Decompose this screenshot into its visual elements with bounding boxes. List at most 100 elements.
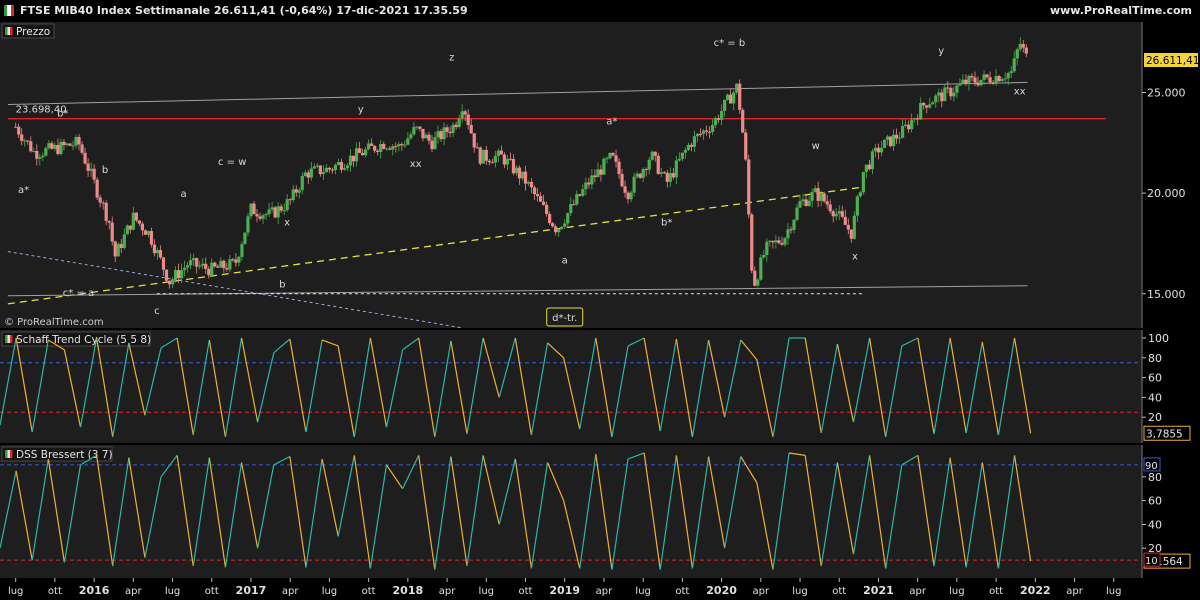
candle — [997, 76, 1001, 82]
candle — [837, 211, 841, 214]
candle — [345, 165, 350, 169]
candle — [406, 138, 410, 145]
time-tick-label: ott — [519, 586, 533, 597]
candle — [134, 212, 138, 221]
candle — [741, 109, 745, 133]
candle — [327, 167, 332, 170]
candle — [695, 133, 700, 137]
candle — [517, 167, 522, 179]
candle — [376, 150, 380, 153]
schaff-tick-label: 100 — [1148, 332, 1169, 345]
time-tick-label: lug — [635, 586, 650, 597]
candle — [183, 267, 187, 270]
candle — [318, 165, 322, 175]
time-tick-label: 2020 — [706, 584, 737, 597]
candle — [1000, 79, 1004, 82]
wave-annotation: a — [562, 256, 568, 267]
wave-annotation: y — [938, 46, 944, 57]
candle — [638, 173, 642, 178]
candle — [511, 158, 516, 174]
candle — [967, 75, 971, 84]
candle — [234, 259, 238, 263]
candle — [578, 194, 582, 196]
wave-annotation: d*-tr. — [552, 313, 577, 324]
candle — [231, 259, 235, 261]
candle — [683, 149, 687, 153]
candle — [545, 204, 549, 214]
candle — [152, 244, 157, 254]
time-tick-label: lug — [8, 586, 23, 597]
candle — [403, 144, 407, 146]
candle — [825, 201, 829, 205]
candle — [336, 162, 341, 165]
panel-label: Prezzo — [16, 26, 50, 38]
chart-canvas[interactable]: 15.00020.00025.00023.698,40b*a*bc* = aca… — [0, 0, 1200, 600]
candle — [143, 230, 148, 235]
candle — [457, 118, 461, 128]
wave-annotation: b* — [661, 217, 672, 228]
time-tick-label: lug — [949, 586, 964, 597]
candle — [122, 234, 126, 248]
candle — [104, 202, 108, 221]
candle — [192, 258, 196, 261]
candle — [532, 187, 537, 195]
wave-annotation: x — [284, 217, 290, 228]
candle — [267, 209, 271, 215]
candle — [810, 192, 814, 201]
candle — [330, 169, 335, 171]
candle — [460, 111, 464, 119]
candle — [819, 193, 823, 201]
candle — [952, 92, 956, 97]
candle — [273, 207, 277, 218]
candle — [870, 151, 875, 170]
candle — [276, 206, 280, 218]
candle — [560, 226, 564, 229]
candle — [928, 104, 932, 108]
candle — [14, 126, 18, 128]
candle — [195, 258, 199, 267]
candle — [478, 147, 482, 164]
indicator-icon — [10, 450, 13, 458]
candle — [382, 143, 386, 149]
schaff-tick-label: 60 — [1148, 372, 1162, 385]
candle — [958, 83, 962, 86]
candle — [89, 168, 93, 171]
candle — [744, 132, 748, 160]
candle — [140, 223, 144, 231]
dss-tick-label: 40 — [1148, 518, 1162, 531]
candle — [62, 141, 66, 146]
candle — [210, 262, 214, 276]
wave-annotation: x — [852, 252, 858, 263]
candle — [315, 165, 319, 167]
wave-annotation: a* — [18, 185, 29, 196]
candle — [514, 167, 519, 174]
time-tick-label: 2021 — [863, 584, 894, 597]
candle — [523, 171, 528, 184]
candle — [1021, 43, 1025, 48]
candle — [813, 188, 817, 193]
candle — [855, 196, 859, 216]
candle — [448, 131, 452, 134]
candle — [816, 188, 820, 201]
candle — [270, 207, 274, 210]
candle — [56, 144, 60, 154]
candle — [988, 77, 992, 83]
candle — [198, 265, 202, 267]
candle — [554, 226, 558, 233]
candle — [822, 193, 826, 202]
time-tick-label: lug — [479, 586, 494, 597]
candle — [146, 231, 151, 235]
time-tick-label: apr — [282, 586, 299, 597]
candle — [400, 144, 404, 146]
candle — [686, 144, 691, 150]
candle — [219, 260, 223, 268]
candle — [339, 162, 344, 170]
candle — [80, 144, 84, 153]
candle — [1012, 58, 1016, 72]
candle — [994, 76, 998, 84]
candle — [237, 256, 241, 263]
candle — [415, 126, 419, 128]
candle — [738, 83, 742, 110]
wave-annotation: xx — [1014, 86, 1026, 97]
candle — [321, 172, 325, 175]
